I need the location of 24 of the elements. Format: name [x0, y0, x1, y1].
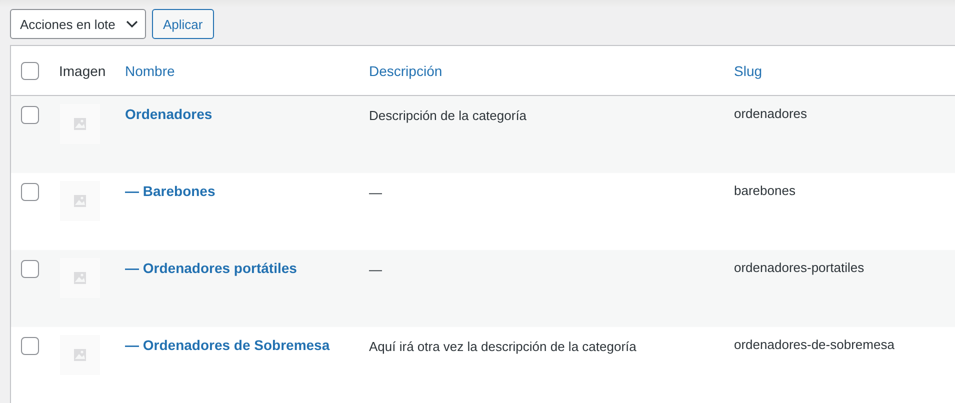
category-name-link[interactable]: — Ordenadores de Sobremesa: [125, 337, 330, 353]
column-header: Imagen: [59, 62, 106, 78]
row-checkbox[interactable]: [21, 106, 39, 124]
description-text: Aquí irá otra vez la descripción de la categoría: [369, 339, 636, 354]
category-name-link[interactable]: — Barebones: [125, 183, 216, 199]
slug-text: ordenadores: [734, 106, 807, 121]
column-header[interactable]: Descripción: [369, 62, 442, 78]
column-header[interactable]: Slug: [734, 62, 762, 78]
apply-button[interactable]: Aplicar: [152, 9, 214, 39]
slug-text: ordenadores-portatiles: [734, 260, 864, 275]
row-checkbox[interactable]: [21, 183, 39, 201]
chevron-down-icon: [126, 20, 138, 28]
category-name-link[interactable]: Ordenadores: [125, 106, 212, 122]
row-checkbox[interactable]: [21, 337, 39, 355]
description-text: Descripción de la categoría: [369, 108, 527, 123]
slug-text: barebones: [734, 183, 796, 198]
row-checkbox[interactable]: [21, 260, 39, 278]
slug-text: ordenadores-de-sobremesa: [734, 337, 894, 352]
column-header[interactable]: Nombre: [125, 62, 175, 78]
bulk-actions-select[interactable]: Acciones en lote: [10, 9, 146, 39]
select-all-checkbox[interactable]: [21, 62, 39, 80]
description-text: —: [369, 185, 382, 200]
description-text: —: [369, 262, 382, 277]
category-name-link[interactable]: — Ordenadores portátiles: [125, 260, 297, 276]
